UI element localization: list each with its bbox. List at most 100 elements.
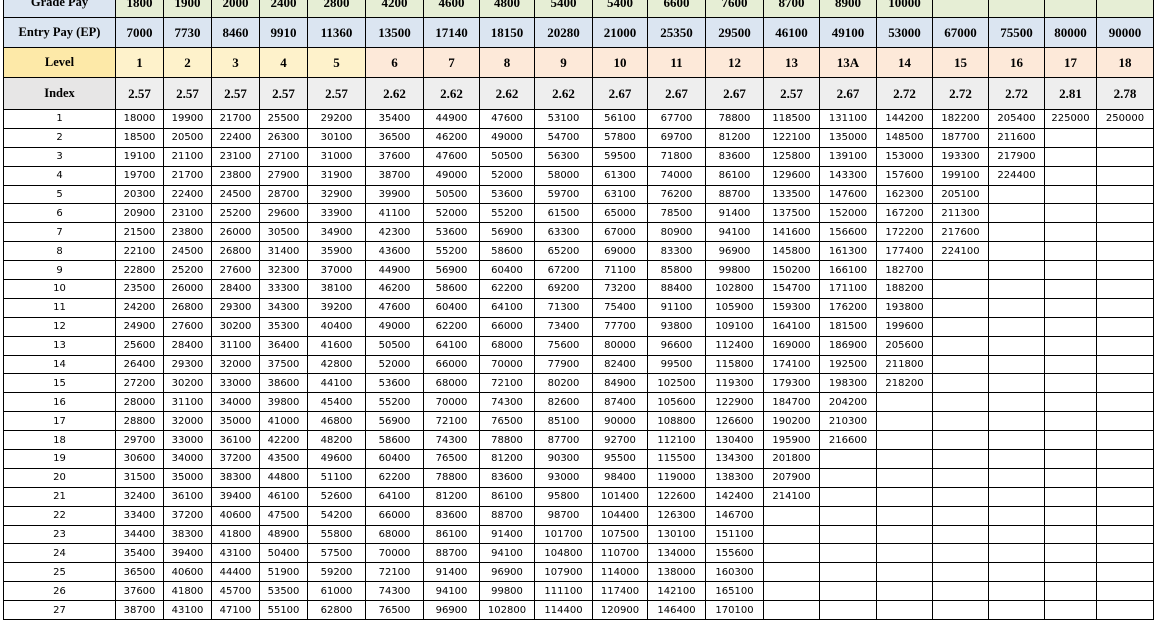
pay-cell xyxy=(1044,524,1097,545)
pay-cell: 56900 xyxy=(423,260,480,281)
pay-cell: 138000 xyxy=(647,562,706,583)
pay-cell: 92700 xyxy=(592,430,648,451)
pay-cell: 23800 xyxy=(211,165,260,186)
pay-cell: 176200 xyxy=(819,297,877,318)
pay-cell: 58000 xyxy=(534,165,593,186)
entry-pay-cell: 46100 xyxy=(763,17,820,48)
index-factor-cell: 2.67 xyxy=(647,77,706,110)
pay-cell: 37200 xyxy=(211,449,260,469)
level-cell: 1 xyxy=(115,47,164,78)
pay-cell: 250000 xyxy=(1096,109,1154,129)
pay-cell xyxy=(988,562,1045,583)
pay-cell: 118500 xyxy=(763,109,820,129)
pay-cell: 49000 xyxy=(365,316,424,337)
index-factor-cell: 2.57 xyxy=(259,77,308,110)
pay-cell: 58600 xyxy=(365,430,424,451)
pay-cell: 56300 xyxy=(534,146,593,167)
pay-cell: 93000 xyxy=(534,467,593,488)
pay-cell: 23800 xyxy=(163,222,212,243)
pay-cell xyxy=(932,316,989,337)
pay-cell: 126600 xyxy=(705,411,764,432)
pay-cell: 104400 xyxy=(592,505,648,526)
pay-cell: 32000 xyxy=(211,354,260,375)
pay-cell: 141600 xyxy=(763,222,820,243)
level-cell: 15 xyxy=(932,47,989,78)
pay-cell xyxy=(932,543,989,564)
pay-cell xyxy=(876,449,933,469)
pay-cell: 130400 xyxy=(705,430,764,451)
pay-cell: 83600 xyxy=(479,467,535,488)
pay-cell: 68000 xyxy=(423,373,480,394)
pay-cell: 36100 xyxy=(163,486,212,507)
table-row: 1 18000 19900 21700 25500 29200 35400 44900 4760… xyxy=(3,109,1154,129)
index-row: Index 2.57 2.57 2.57 2.57 2.57 2.62 2.62 2.62 2.… xyxy=(3,77,1154,110)
grade-pay-cell: 2400 xyxy=(259,0,308,18)
level-cell: 6 xyxy=(365,47,424,78)
grade-pay-label: Grade Pay xyxy=(3,0,116,18)
pay-cell: 211800 xyxy=(876,354,933,375)
pay-cell: 22800 xyxy=(115,260,164,281)
pay-cell: 96900 xyxy=(479,562,535,583)
pay-cell xyxy=(1044,562,1097,583)
pay-cell: 210300 xyxy=(819,411,877,432)
entry-pay-cell: 49100 xyxy=(819,17,877,48)
pay-cell xyxy=(1096,411,1154,432)
pay-cell: 159300 xyxy=(763,297,820,318)
entry-pay-cell: 8460 xyxy=(211,17,260,48)
pay-cell: 36100 xyxy=(211,430,260,451)
grade-pay-cell: 1900 xyxy=(163,0,212,18)
pay-cell xyxy=(1096,581,1154,602)
pay-cell: 58600 xyxy=(479,241,535,262)
pay-cell xyxy=(988,486,1045,507)
pay-cell: 101700 xyxy=(534,524,593,545)
pay-cell: 71800 xyxy=(647,146,706,167)
pay-cell: 27200 xyxy=(115,373,164,394)
pay-cell: 75400 xyxy=(592,297,648,318)
index-factor-cell: 2.78 xyxy=(1096,77,1154,110)
pay-cell: 36500 xyxy=(365,127,424,148)
pay-cell: 29300 xyxy=(211,297,260,318)
pay-cell: 47600 xyxy=(365,297,424,318)
pay-cell: 166100 xyxy=(819,260,877,281)
level-cell: 11 xyxy=(647,47,706,78)
pay-cell: 67200 xyxy=(534,260,593,281)
pay-cell: 31400 xyxy=(259,241,308,262)
level-cell: 7 xyxy=(423,47,480,78)
pay-cell xyxy=(988,241,1045,262)
pay-cell: 44400 xyxy=(211,562,260,583)
grade-pay-row: Grade Pay 1800 1900 2000 2400 2800 4200 4600 48… xyxy=(3,0,1154,18)
pay-cell: 30100 xyxy=(307,127,366,148)
pay-matrix-table: Grade Pay 1800 1900 2000 2400 2800 4200 4600 48… xyxy=(3,0,1154,620)
pay-cell: 34000 xyxy=(163,449,212,469)
pay-cell: 76500 xyxy=(423,449,480,469)
pay-cell: 193300 xyxy=(932,146,989,167)
pay-cell xyxy=(876,467,933,488)
pay-cell: 32000 xyxy=(163,411,212,432)
pay-cell: 115800 xyxy=(705,354,764,375)
grade-pay-cell: 7600 xyxy=(705,0,764,18)
pay-cell: 179300 xyxy=(763,373,820,394)
grade-pay-cell: 8700 xyxy=(763,0,820,18)
pay-matrix-body: Grade Pay 1800 1900 2000 2400 2800 4200 4600 48… xyxy=(3,0,1154,620)
pay-cell xyxy=(1044,165,1097,186)
entry-pay-cell: 7000 xyxy=(115,17,164,48)
pay-cell xyxy=(1096,373,1154,394)
pay-cell: 217600 xyxy=(932,222,989,243)
pay-cell: 43100 xyxy=(211,543,260,564)
pay-cell: 29200 xyxy=(307,109,366,129)
level-cell: 4 xyxy=(259,47,308,78)
pay-cell: 82400 xyxy=(592,354,648,375)
pay-cell: 193800 xyxy=(876,297,933,318)
pay-cell xyxy=(988,335,1045,356)
pay-cell: 88400 xyxy=(647,279,706,299)
pay-cell: 36400 xyxy=(259,335,308,356)
pay-cell: 81200 xyxy=(479,449,535,469)
pay-cell: 30600 xyxy=(115,449,164,469)
pay-cell: 115500 xyxy=(647,449,706,469)
pay-cell xyxy=(763,562,820,583)
pay-cell: 65000 xyxy=(592,203,648,224)
row-index-cell: 24 xyxy=(3,543,116,564)
level-cell: 13 xyxy=(763,47,820,78)
table-row: 5 20300 22400 24500 28700 32900 39900 50500 5360… xyxy=(3,184,1154,205)
pay-cell xyxy=(932,562,989,583)
